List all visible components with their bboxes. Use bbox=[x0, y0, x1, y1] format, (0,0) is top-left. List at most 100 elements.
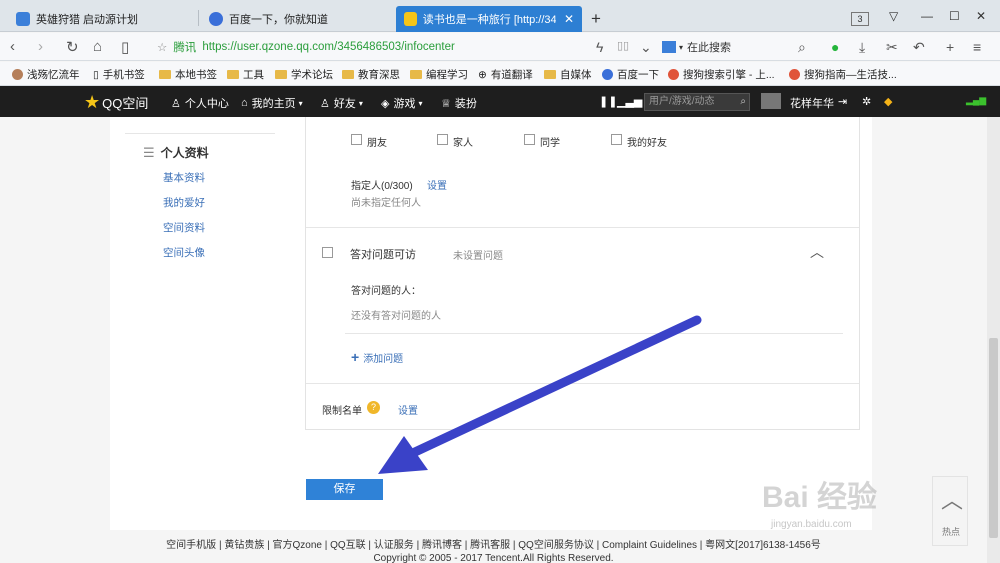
close-window-button[interactable]: ✕ bbox=[976, 9, 986, 23]
url-field[interactable]: ☆ 腾讯 https://user.qzone.qq.com/345648650… bbox=[157, 36, 654, 58]
shirt-icon[interactable]: ▽ bbox=[889, 9, 898, 23]
refresh-icon[interactable]: ↻ bbox=[66, 38, 79, 56]
nav-friends[interactable]: ♙ 好友 ▾ bbox=[320, 95, 363, 111]
globe-icon: ⊕ bbox=[478, 68, 487, 81]
avatar[interactable] bbox=[761, 93, 781, 109]
nav-my-home[interactable]: ⌂ 我的主页 ▾ bbox=[241, 95, 303, 111]
footer-links[interactable]: 空间手机版 | 黄钻贵族 | 官方Qzone | QQ互联 | 认证服务 | 腾… bbox=[0, 536, 987, 551]
bookmark-item[interactable]: 学术论坛 bbox=[275, 67, 333, 82]
search-field[interactable]: ▾ 在此搜索 bbox=[662, 36, 817, 58]
qzone-search-input[interactable]: 用户/游戏/动态 ⌕ bbox=[644, 93, 750, 111]
bookmark-item[interactable]: 编程学习 bbox=[410, 67, 468, 82]
bookmark-item[interactable]: 搜狗搜索引擎 - 上... bbox=[668, 67, 775, 82]
bookmark-item[interactable]: 搜狗指南—生活技... bbox=[789, 67, 897, 82]
sidebar-section-title[interactable]: ☰ 个人资料 bbox=[143, 144, 209, 161]
shield-icon bbox=[16, 12, 30, 26]
search-icon[interactable]: ⌕ bbox=[740, 94, 746, 110]
tab-separator bbox=[198, 10, 199, 26]
tab-3-title: 读书也是一种旅行 [http://3456486 bbox=[422, 14, 556, 26]
scrollbar-thumb[interactable] bbox=[989, 338, 998, 538]
question-status: 未设置问题 bbox=[453, 251, 503, 262]
designated-set-link[interactable]: 设置 bbox=[427, 177, 447, 192]
baidu-watermark: Bai 经验 bbox=[762, 481, 878, 514]
signal-icon[interactable]: ▁▃▅ bbox=[617, 95, 642, 108]
qzone-logo[interactable]: ★ QQ空间 bbox=[84, 92, 148, 113]
close-tab-icon[interactable]: ✕ bbox=[564, 12, 574, 26]
tab-3[interactable]: 读书也是一种旅行 [http://3456486 ✕ bbox=[396, 6, 582, 32]
address-bar: ‹ › ↻ ⌂ ▯ ☆ 腾讯 https://user.qzone.qq.com… bbox=[0, 33, 1000, 61]
bookmark-item[interactable]: 本地书签 bbox=[159, 67, 217, 82]
designated-label: 指定人(0/300) bbox=[351, 181, 413, 192]
wechat-icon[interactable]: ● bbox=[831, 39, 839, 55]
sidebar-link-hobbies[interactable]: 我的爱好 bbox=[163, 195, 205, 210]
bookmark-item[interactable]: 百度一下 bbox=[602, 67, 659, 82]
sidebar-divider bbox=[125, 133, 275, 134]
checkbox-my-friends[interactable] bbox=[611, 134, 622, 145]
bookmark-item[interactable]: ▯ 手机书签 bbox=[93, 67, 145, 82]
chevron-down-icon: ▾ bbox=[298, 98, 303, 108]
sidebar-link-avatar[interactable]: 空间头像 bbox=[163, 245, 205, 260]
menu-icon[interactable]: ≡ bbox=[973, 39, 981, 55]
logout-icon[interactable]: ⇥ bbox=[838, 95, 847, 108]
back-to-top-panel[interactable]: ︿ 热点 bbox=[932, 476, 968, 546]
reader-icon[interactable]: ▯ bbox=[121, 38, 129, 56]
scissors-icon[interactable]: ✂ bbox=[886, 39, 898, 56]
divider bbox=[306, 383, 859, 384]
checkbox-friends[interactable] bbox=[351, 134, 362, 145]
blacklist-label: 限制名单 bbox=[322, 406, 362, 417]
new-tab-button[interactable]: + bbox=[591, 9, 601, 29]
bookmark-item[interactable]: 工具 bbox=[227, 67, 264, 82]
pause-icon[interactable]: ❚❚ bbox=[599, 95, 617, 108]
lightning-icon[interactable]: ϟ bbox=[596, 39, 603, 55]
checkbox-classmates[interactable] bbox=[524, 134, 535, 145]
add-question-button[interactable]: + 添加问题 bbox=[351, 349, 403, 365]
save-button[interactable]: 保存 bbox=[306, 479, 383, 500]
add-icon[interactable]: + bbox=[946, 39, 954, 55]
back-icon[interactable]: ‹ bbox=[10, 38, 15, 55]
checkbox-question[interactable] bbox=[322, 247, 333, 258]
diamond-icon[interactable]: ◆ bbox=[884, 95, 892, 108]
back-to-top-icon[interactable]: ︿ bbox=[941, 483, 963, 515]
collapse-chevron-icon[interactable]: ︿ bbox=[810, 242, 824, 262]
nav-decorate[interactable]: ♕ 装扮 bbox=[441, 95, 477, 111]
sogou-icon bbox=[789, 69, 800, 80]
signal-strength-icon: ▂▄▆ bbox=[966, 95, 987, 105]
sidebar-link-space[interactable]: 空间资料 bbox=[163, 220, 205, 235]
bookmark-item[interactable]: 浅殇忆流年 bbox=[12, 67, 80, 82]
username[interactable]: 花样年华 bbox=[790, 95, 834, 111]
dropdown-icon[interactable]: ⌄ bbox=[640, 39, 652, 56]
forward-icon[interactable]: › bbox=[38, 38, 43, 55]
bookmark-item[interactable]: 教育深思 bbox=[342, 67, 400, 82]
search-icon[interactable]: ⌕ bbox=[798, 39, 806, 56]
help-icon[interactable]: ? bbox=[367, 401, 380, 414]
bookmark-item[interactable]: 自媒体 bbox=[544, 67, 592, 82]
nav-personal-center[interactable]: ♙ 个人中心 bbox=[171, 95, 229, 111]
nav-games[interactable]: ◈ 游戏 ▾ bbox=[381, 95, 422, 111]
sidebar-link-basic[interactable]: 基本资料 bbox=[163, 170, 205, 185]
blacklist-set-link[interactable]: 设置 bbox=[398, 402, 418, 417]
tab-1[interactable]: 英雄狩猎 启动源计划 bbox=[8, 6, 198, 32]
split-icon[interactable]: ▯▯ bbox=[617, 39, 629, 52]
answered-empty: 还没有答对问题的人 bbox=[351, 311, 441, 322]
download-icon[interactable]: ⤓ bbox=[859, 39, 865, 56]
chevron-down-icon[interactable]: ▾ bbox=[679, 43, 683, 52]
checkbox-family[interactable] bbox=[437, 134, 448, 145]
tab-2[interactable]: 百度一下，你就知道 bbox=[201, 6, 391, 32]
plus-icon: + bbox=[351, 349, 360, 365]
designated-empty: 尚未指定任何人 bbox=[351, 198, 421, 209]
bookmark-item[interactable]: ⊕ 有道翻译 bbox=[478, 67, 533, 82]
search-engine-icon[interactable] bbox=[662, 41, 676, 53]
divider bbox=[306, 227, 859, 228]
folder-icon bbox=[342, 70, 354, 79]
phone-icon: ▯ bbox=[93, 68, 99, 81]
home-icon: ⌂ bbox=[241, 97, 248, 109]
maximize-button[interactable]: ☐ bbox=[949, 9, 960, 23]
search-placeholder: 在此搜索 bbox=[687, 42, 732, 54]
tab-count[interactable]: 3 bbox=[851, 12, 869, 26]
favorite-star-icon[interactable]: ☆ bbox=[157, 40, 167, 54]
gear-icon[interactable]: ✲ bbox=[862, 95, 871, 108]
minimize-button[interactable]: — bbox=[921, 9, 933, 23]
undo-icon[interactable]: ↶ bbox=[913, 39, 925, 56]
home-icon[interactable]: ⌂ bbox=[93, 38, 102, 55]
tab-2-title: 百度一下，你就知道 bbox=[229, 14, 328, 26]
